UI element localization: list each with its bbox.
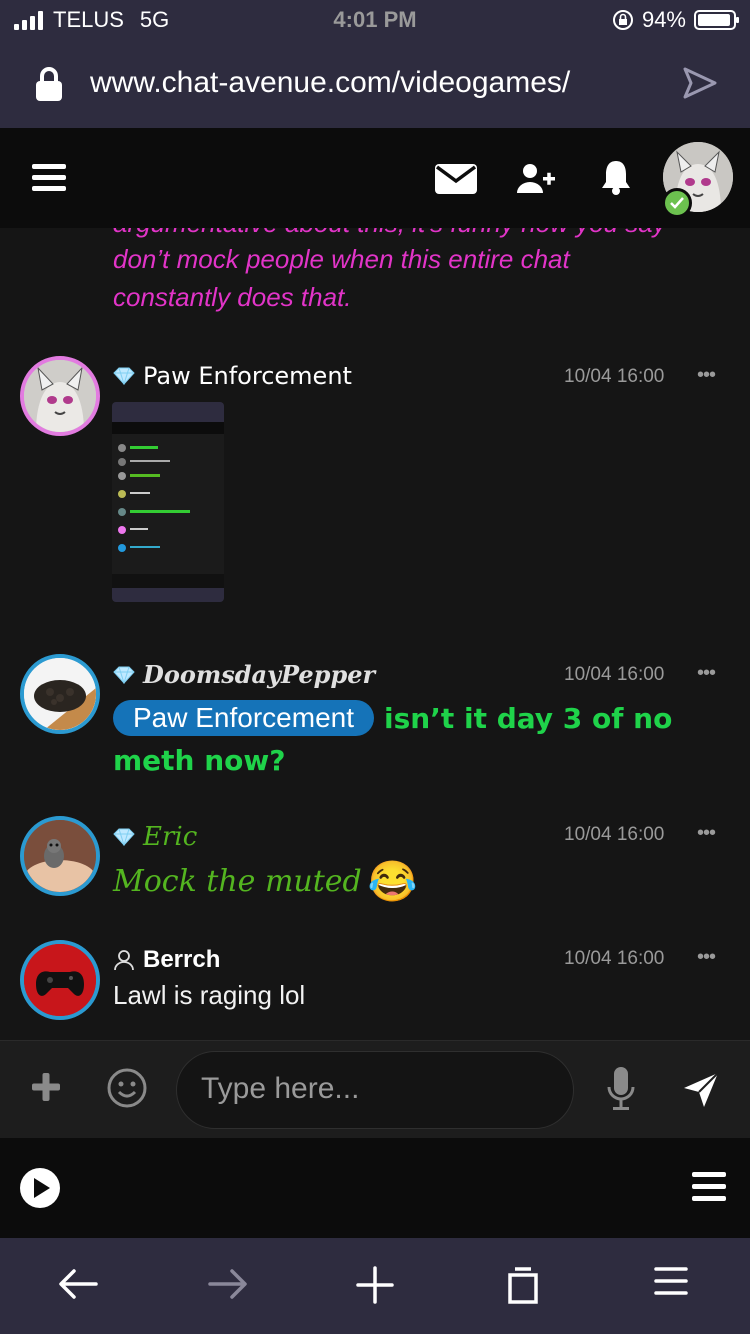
message-line-1: Paw Enforcement isn’t it day 3 of no — [113, 700, 672, 736]
avatar[interactable] — [20, 940, 100, 1020]
emoji-icon[interactable] — [106, 1067, 148, 1114]
menu-icon[interactable] — [692, 1172, 726, 1207]
message-input[interactable]: Type here... — [176, 1051, 574, 1129]
diamond-icon — [113, 666, 135, 684]
timestamp: 10/04 16:00 — [564, 948, 665, 969]
site-top-nav — [0, 128, 750, 228]
status-right: 94% — [612, 7, 739, 33]
mic-icon[interactable] — [606, 1065, 636, 1118]
timestamp: 10/04 16:00 — [564, 824, 665, 845]
forward-icon[interactable] — [208, 1266, 248, 1307]
user-mention[interactable]: Paw Enforcement — [113, 700, 374, 736]
message-continuation-line2: constantly does that. — [113, 282, 352, 312]
username[interactable]: Berrch — [113, 946, 220, 974]
status-bar: TELUS 5G 4:01 PM 94% — [0, 0, 750, 40]
browser-menu-icon[interactable] — [654, 1266, 688, 1301]
new-tab-icon[interactable] — [356, 1266, 394, 1309]
mail-icon[interactable] — [435, 164, 477, 199]
chat-messages[interactable]: argumentative about this, it's funny how… — [0, 228, 750, 1040]
more-options-icon[interactable]: ••• — [697, 946, 716, 969]
browser-url-bar[interactable]: www.chat-avenue.com/videogames/ — [0, 40, 750, 128]
diamond-icon — [113, 828, 135, 846]
browser-toolbar — [0, 1238, 750, 1334]
avatar[interactable] — [20, 356, 100, 436]
tabs-icon[interactable] — [507, 1266, 539, 1309]
menu-icon[interactable] — [32, 164, 66, 197]
diamond-icon — [113, 367, 135, 385]
timestamp: 10/04 16:00 — [564, 664, 665, 685]
more-options-icon[interactable]: ••• — [697, 662, 716, 685]
user-outline-icon — [114, 950, 134, 971]
message-text: Lawl is raging lol — [113, 980, 306, 1010]
avatar[interactable] — [20, 654, 100, 734]
tears-of-joy-emoji: 😂 — [367, 860, 418, 904]
url-text[interactable]: www.chat-avenue.com/videogames/ — [90, 66, 570, 100]
battery-percent: 94% — [641, 7, 686, 32]
lock-icon — [34, 66, 64, 107]
go-icon[interactable] — [682, 66, 718, 105]
more-options-icon[interactable]: ••• — [697, 364, 716, 387]
play-icon[interactable] — [18, 1166, 62, 1215]
username[interactable]: Paw Enforcement — [113, 362, 352, 390]
message-body: Mock the muted 😂 — [113, 858, 418, 905]
online-status-icon — [662, 188, 692, 218]
battery-icon — [694, 10, 739, 30]
timestamp: 10/04 16:00 — [564, 366, 665, 387]
message-text-part1: isn’t it day 3 of no — [384, 701, 673, 735]
back-icon[interactable] — [58, 1266, 98, 1307]
message-input-placeholder: Type here... — [201, 1072, 360, 1105]
bell-icon[interactable] — [600, 158, 632, 201]
more-options-icon[interactable]: ••• — [697, 822, 716, 845]
site-bottom-bar — [0, 1138, 750, 1238]
message-text: Mock the muted — [113, 864, 362, 899]
rotation-lock-icon — [612, 10, 633, 30]
plus-icon[interactable] — [30, 1071, 62, 1108]
message-input-bar: Type here... — [0, 1040, 750, 1139]
message-continuation-line1: don’t mock people when this entire chat — [113, 244, 570, 274]
avatar[interactable] — [20, 816, 100, 896]
add-user-icon[interactable] — [516, 162, 556, 199]
send-icon[interactable] — [682, 1071, 720, 1114]
username[interactable]: Eric — [113, 822, 197, 852]
message-text-part2: meth now? — [113, 744, 286, 777]
username[interactable]: DoomsdayPepper — [113, 660, 375, 689]
shared-screenshot-image[interactable] — [112, 402, 224, 602]
